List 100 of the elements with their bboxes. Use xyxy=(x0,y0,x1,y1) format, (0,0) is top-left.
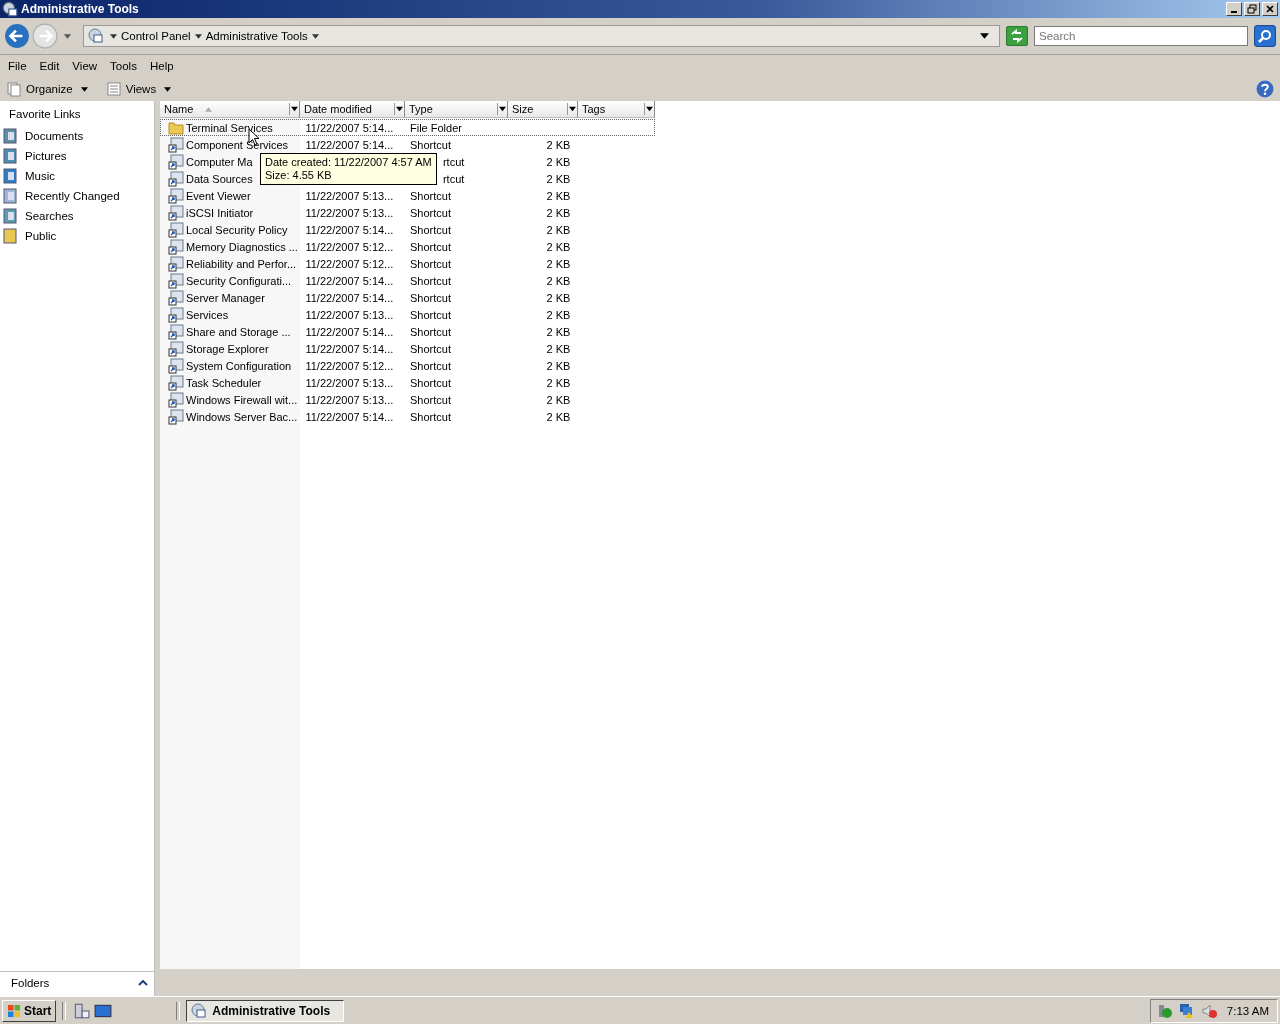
shortcut-icon xyxy=(168,323,184,340)
column-header[interactable]: Size xyxy=(508,101,578,118)
date-cell: 11/22/2007 5:14... xyxy=(305,274,394,287)
network-warning-icon[interactable] xyxy=(1178,1002,1195,1019)
column-dropdown-icon[interactable] xyxy=(497,103,507,115)
folders-label: Folders xyxy=(11,977,50,989)
file-name[interactable]: Data Sources xyxy=(186,172,253,185)
column-dropdown-icon[interactable] xyxy=(289,103,299,115)
column-header[interactable]: Date modified xyxy=(300,101,405,118)
back-button[interactable] xyxy=(4,23,30,49)
caret-icon[interactable] xyxy=(80,86,88,92)
control-panel-icon xyxy=(88,28,104,44)
menu-item[interactable]: Help xyxy=(144,60,179,72)
speaker-muted-icon[interactable] xyxy=(1200,1002,1217,1019)
column-header[interactable]: Name xyxy=(160,101,300,118)
clock[interactable]: 7:13 AM xyxy=(1226,1004,1269,1017)
date-cell: 11/22/2007 5:13... xyxy=(305,189,394,202)
type-cell: Shortcut xyxy=(410,308,451,321)
search-button[interactable] xyxy=(1254,25,1276,47)
start-button[interactable]: Start xyxy=(2,999,57,1022)
minimize-icon xyxy=(1231,11,1237,13)
file-name[interactable]: Computer Ma xyxy=(186,155,253,168)
file-name[interactable]: System Configuration xyxy=(186,359,292,372)
type-cell: File Folder xyxy=(410,121,462,134)
type-cell: rtcut xyxy=(442,172,465,185)
menu-item[interactable]: Edit xyxy=(34,60,65,72)
caret-icon[interactable] xyxy=(164,86,172,92)
size-cell: 2 KB xyxy=(546,155,571,168)
menu-item[interactable]: Tools xyxy=(105,60,142,72)
size-cell: 2 KB xyxy=(546,138,571,151)
size-cell: 2 KB xyxy=(546,172,571,185)
shortcut-icon xyxy=(168,255,184,272)
server-icon[interactable] xyxy=(72,1001,91,1020)
size-cell: 2 KB xyxy=(546,410,571,423)
breadcrumb-item[interactable]: Control Panel xyxy=(121,30,191,42)
history-dropdown-icon[interactable] xyxy=(64,33,71,39)
file-name[interactable]: Local Security Policy xyxy=(186,223,288,236)
file-name[interactable]: Windows Firewall wit... xyxy=(186,393,298,406)
breadcrumb-item[interactable]: Administrative Tools xyxy=(205,30,308,42)
file-name[interactable]: Windows Server Bac... xyxy=(186,410,298,423)
size-cell: 2 KB xyxy=(546,325,571,338)
type-cell: Shortcut xyxy=(410,393,451,406)
help-icon[interactable] xyxy=(1256,80,1274,98)
sidebar-item[interactable]: Searches xyxy=(25,210,74,222)
size-cell: 2 KB xyxy=(546,291,571,304)
menu-item[interactable]: File xyxy=(3,60,32,72)
folders-bar[interactable]: Folders xyxy=(0,971,154,994)
file-name[interactable]: Security Configurati... xyxy=(186,274,292,287)
caret-icon[interactable] xyxy=(110,33,117,39)
taskbar-button[interactable]: Administrative Tools xyxy=(186,999,345,1022)
file-name[interactable]: Component Services xyxy=(186,138,289,151)
type-cell: Shortcut xyxy=(410,410,451,423)
date-cell: 11/22/2007 5:13... xyxy=(305,308,394,321)
column-dropdown-icon[interactable] xyxy=(567,103,577,115)
address-bar[interactable]: Control Panel Administrative Tools xyxy=(83,25,1000,47)
toolbar-button[interactable]: Organize xyxy=(26,83,73,95)
shortcut-icon xyxy=(168,289,184,306)
shortcut-icon xyxy=(168,272,184,289)
minimize-button[interactable] xyxy=(1226,2,1242,16)
sidebar-item[interactable]: Recently Changed xyxy=(25,190,120,202)
file-name[interactable]: iSCSI Initiator xyxy=(186,206,254,219)
caret-icon[interactable] xyxy=(311,33,319,39)
file-name[interactable]: Services xyxy=(186,308,229,321)
shortcut-icon xyxy=(168,340,184,357)
sidebar-item[interactable]: Public xyxy=(25,230,57,242)
shortcut-icon xyxy=(168,187,184,204)
column-dropdown-icon[interactable] xyxy=(644,103,654,115)
sidebar-item[interactable]: Pictures xyxy=(25,150,67,162)
shortcut-icon xyxy=(168,221,184,238)
address-dropdown-icon[interactable] xyxy=(980,33,989,39)
folder-icon xyxy=(3,228,17,244)
file-name[interactable]: Task Scheduler xyxy=(186,376,262,389)
focused-row[interactable]: Terminal Services 11/22/2007 5:14... File Folder xyxy=(160,119,655,136)
menu-item[interactable]: View xyxy=(67,60,103,72)
size-cell: 2 KB xyxy=(546,240,571,253)
sidebar-item[interactable]: Documents xyxy=(25,130,84,142)
refresh-button[interactable] xyxy=(1006,26,1028,46)
file-name[interactable]: Reliability and Perfor... xyxy=(186,257,297,270)
close-button[interactable] xyxy=(1262,2,1278,16)
file-name[interactable]: Share and Storage ... xyxy=(186,325,291,338)
control-panel-icon xyxy=(191,1002,208,1019)
column-header[interactable]: Type xyxy=(405,101,508,118)
file-name[interactable]: Terminal Services xyxy=(186,121,273,134)
file-name[interactable]: Memory Diagnostics ... xyxy=(186,240,298,253)
restore-button[interactable] xyxy=(1244,2,1260,16)
file-name[interactable]: Storage Explorer xyxy=(186,342,269,355)
search-field[interactable]: Search xyxy=(1034,26,1248,46)
tooltip-line: Date created: 11/22/2007 4:57 AM xyxy=(265,156,432,169)
sidebar-item[interactable]: Music xyxy=(25,170,56,182)
column-header[interactable]: Tags xyxy=(578,101,655,118)
file-name[interactable]: Event Viewer xyxy=(186,189,251,202)
column-dropdown-icon[interactable] xyxy=(394,103,404,115)
type-cell: Shortcut xyxy=(410,342,451,355)
library-icon xyxy=(3,188,17,204)
toolbar-button[interactable]: Views xyxy=(125,83,157,95)
file-name[interactable]: Server Manager xyxy=(186,291,265,304)
date-cell: 11/22/2007 5:12... xyxy=(305,257,394,270)
caret-icon[interactable] xyxy=(194,33,202,39)
search-icon xyxy=(1257,28,1273,44)
library-icon xyxy=(3,168,17,184)
